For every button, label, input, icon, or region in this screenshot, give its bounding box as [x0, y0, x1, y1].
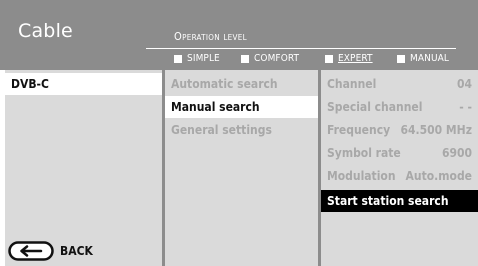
setting-row-special-channel[interactable]: Special channel - -	[321, 96, 478, 118]
setting-label: Modulation	[327, 169, 396, 183]
mode-label: EXPERT	[338, 53, 373, 64]
setting-label: Channel	[327, 77, 377, 91]
mode-label: MANUAL	[410, 53, 449, 64]
operation-level-heading: Operation level	[174, 30, 247, 43]
mode-option-manual[interactable]: MANUAL	[397, 53, 449, 64]
setting-row-symbol-rate[interactable]: Symbol rate 6900	[321, 142, 478, 164]
mode-label: COMFORT	[254, 53, 300, 64]
operation-level-divider	[146, 48, 456, 49]
menu-item-label: Automatic search	[171, 77, 278, 91]
manual-search-settings-panel: Channel 04 Special channel - - Frequency…	[321, 70, 478, 266]
menu-item-manual-search[interactable]: Manual search	[165, 96, 318, 118]
setting-value: 6900	[441, 146, 472, 160]
setting-value: Auto.mode	[405, 169, 472, 183]
square-bullet-icon	[325, 54, 333, 63]
cable-setup-screen: Cable Operation level SIMPLE COMFORT EXP…	[0, 0, 478, 266]
menu-item-automatic-search[interactable]: Automatic search	[165, 73, 318, 95]
setting-value: 04	[456, 77, 472, 91]
header-bar: Cable Operation level SIMPLE COMFORT EXP…	[0, 0, 478, 70]
setting-row-modulation[interactable]: Modulation Auto.mode	[321, 165, 478, 187]
setting-row-frequency[interactable]: Frequency 64.500 MHz	[321, 119, 478, 141]
menu-item-general-settings[interactable]: General settings	[165, 119, 318, 141]
start-station-search-button[interactable]: Start station search	[321, 190, 478, 212]
mode-label: SIMPLE	[187, 53, 220, 64]
square-bullet-icon	[174, 54, 182, 63]
back-label: BACK	[60, 244, 93, 258]
back-arrow-icon	[8, 241, 54, 261]
square-bullet-icon	[241, 54, 249, 63]
back-button[interactable]: BACK	[8, 241, 93, 261]
setting-value: - -	[459, 100, 472, 114]
page-title: Cable	[18, 20, 73, 42]
menu-item-label: DVB-C	[11, 77, 49, 91]
mode-option-comfort[interactable]: COMFORT	[241, 53, 299, 64]
menu-item-label: General settings	[171, 123, 272, 137]
button-label: Start station search	[327, 194, 449, 208]
setting-label: Special channel	[327, 100, 423, 114]
setting-value: 64.500 MHz	[400, 123, 472, 137]
setting-label: Symbol rate	[327, 146, 401, 160]
square-bullet-icon	[397, 54, 405, 63]
setting-row-channel[interactable]: Channel 04	[321, 73, 478, 95]
mode-option-expert[interactable]: EXPERT	[325, 53, 373, 64]
source-menu-panel: DVB-C	[5, 70, 162, 266]
setting-label: Frequency	[327, 123, 391, 137]
menu-item-dvb-c[interactable]: DVB-C	[5, 73, 162, 95]
mode-option-simple[interactable]: SIMPLE	[174, 53, 220, 64]
search-menu-panel: Automatic search Manual search General s…	[165, 70, 318, 266]
operation-level-label: Operation level	[174, 30, 247, 43]
menu-item-label: Manual search	[171, 100, 260, 114]
